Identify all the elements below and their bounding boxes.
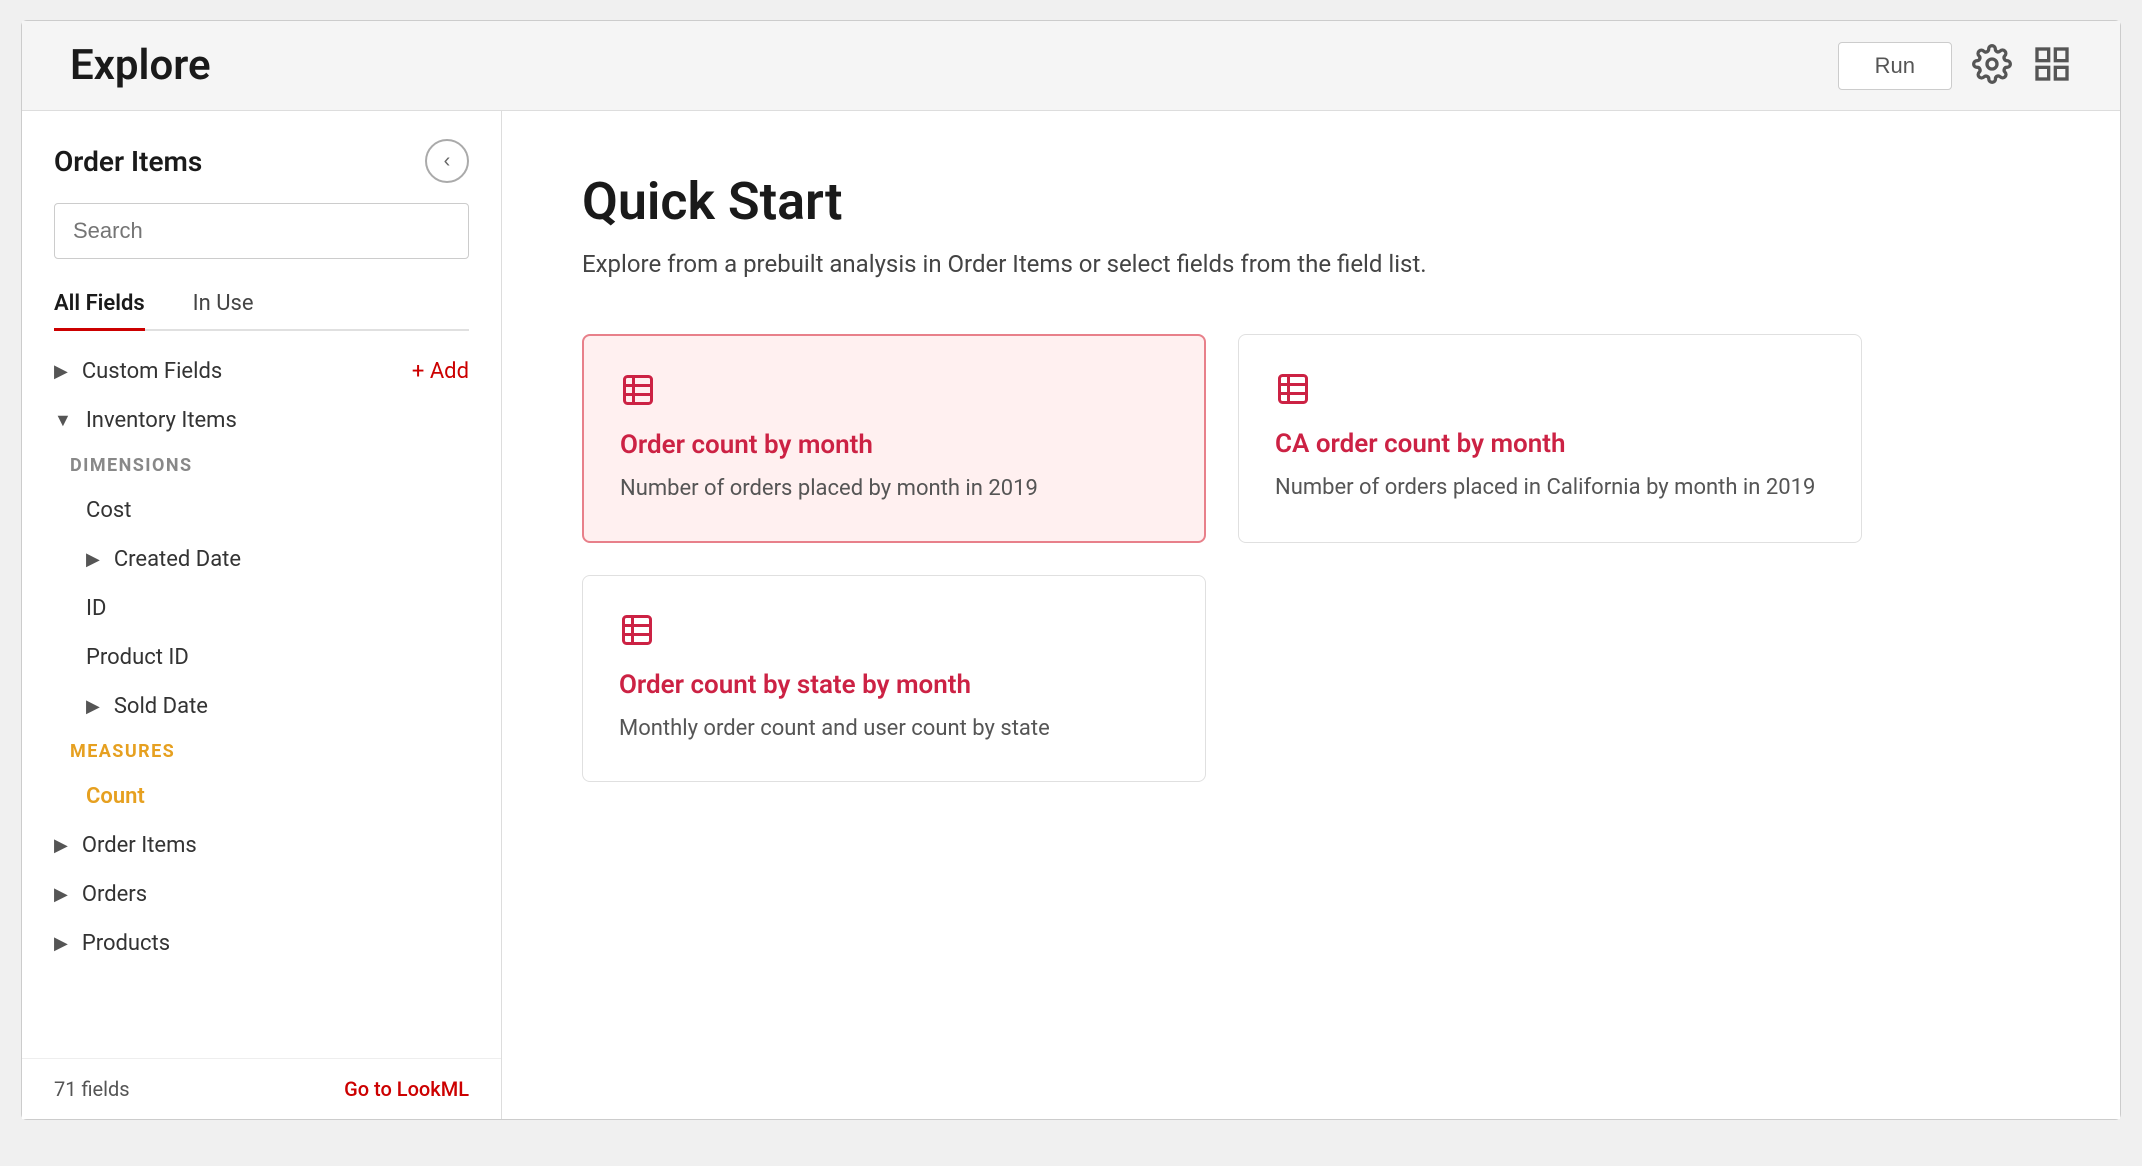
cards-grid: Order count by month Number of orders pl… — [582, 334, 1862, 782]
quick-start-subtitle: Explore from a prebuilt analysis in Orde… — [582, 250, 2040, 278]
add-button[interactable]: + Add — [412, 359, 469, 384]
sold-date-label: Sold Date — [114, 694, 208, 719]
go-lookml-link[interactable]: Go to LookML — [344, 1077, 469, 1101]
created-date-label: Created Date — [114, 547, 241, 572]
inventory-items-label: Inventory Items — [86, 408, 237, 433]
sidebar-item-orders[interactable]: ▶ Orders — [22, 870, 501, 919]
card-2-desc: Number of orders placed in California by… — [1275, 471, 1825, 504]
main-content: Quick Start Explore from a prebuilt anal… — [502, 111, 2120, 1119]
products-label: Products — [82, 931, 170, 956]
card-ca-order-count[interactable]: CA order count by month Number of orders… — [1238, 334, 1862, 543]
sidebar-item-sold-date[interactable]: ▶ Sold Date — [22, 682, 501, 731]
main-layout: Order Items ‹ All Fields In Use ▶ Custom… — [22, 111, 2120, 1119]
table-icon-1 — [620, 372, 1168, 412]
chevron-right-icon-4: ▶ — [54, 835, 68, 856]
chevron-right-icon-2: ▶ — [86, 549, 100, 570]
chevron-right-icon-3: ▶ — [86, 696, 100, 717]
gear-icon[interactable] — [1972, 44, 2012, 88]
fields-count: 71 fields — [54, 1077, 130, 1101]
collapse-button[interactable]: ‹ — [425, 139, 469, 183]
sidebar: Order Items ‹ All Fields In Use ▶ Custom… — [22, 111, 502, 1119]
topbar-actions: Run — [1838, 42, 2072, 90]
topbar: Explore Run — [22, 21, 2120, 111]
id-label: ID — [86, 596, 106, 621]
card-1-title: Order count by month — [620, 430, 1168, 460]
card-order-count-by-state[interactable]: Order count by state by month Monthly or… — [582, 575, 1206, 782]
quick-start-title: Quick Start — [582, 171, 2040, 232]
tabs: All Fields In Use — [54, 279, 469, 331]
field-list: ▶ Custom Fields + Add ▼ Inventory Items … — [22, 331, 501, 1058]
sidebar-item-created-date[interactable]: ▶ Created Date — [22, 535, 501, 584]
product-id-label: Product ID — [86, 645, 189, 670]
order-items-label: Order Items — [82, 833, 197, 858]
cost-label: Cost — [86, 498, 131, 523]
sidebar-item-custom-fields[interactable]: ▶ Custom Fields + Add — [22, 347, 501, 396]
page-title: Explore — [70, 41, 211, 90]
dimensions-label: DIMENSIONS — [22, 445, 501, 486]
chevron-down-icon: ▼ — [54, 410, 72, 431]
sidebar-item-count[interactable]: Count — [22, 772, 501, 821]
sidebar-item-products[interactable]: ▶ Products — [22, 919, 501, 968]
sidebar-item-inventory-items[interactable]: ▼ Inventory Items — [22, 396, 501, 445]
chevron-right-icon-5: ▶ — [54, 884, 68, 905]
card-3-title: Order count by state by month — [619, 670, 1169, 700]
card-2-title: CA order count by month — [1275, 429, 1825, 459]
count-label: Count — [86, 784, 145, 809]
measures-label: MEASURES — [22, 731, 501, 772]
chevron-left-icon: ‹ — [444, 150, 451, 173]
card-1-desc: Number of orders placed by month in 2019 — [620, 472, 1168, 505]
grid-icon[interactable] — [2032, 44, 2072, 88]
run-button[interactable]: Run — [1838, 42, 1952, 90]
sidebar-item-product-id[interactable]: Product ID — [22, 633, 501, 682]
tab-all-fields[interactable]: All Fields — [54, 279, 145, 331]
chevron-right-icon-6: ▶ — [54, 933, 68, 954]
card-order-count-by-month[interactable]: Order count by month Number of orders pl… — [582, 334, 1206, 543]
table-icon-3 — [619, 612, 1169, 652]
orders-label: Orders — [82, 882, 147, 907]
sidebar-title: Order Items — [54, 145, 202, 178]
sidebar-header: Order Items ‹ — [22, 111, 501, 203]
card-3-desc: Monthly order count and user count by st… — [619, 712, 1169, 745]
sidebar-footer: 71 fields Go to LookML — [22, 1058, 501, 1119]
tab-in-use[interactable]: In Use — [193, 279, 254, 331]
chevron-right-icon: ▶ — [54, 361, 68, 382]
table-icon-2 — [1275, 371, 1825, 411]
search-input[interactable] — [54, 203, 469, 259]
sidebar-item-order-items[interactable]: ▶ Order Items — [22, 821, 501, 870]
sidebar-item-cost[interactable]: Cost — [22, 486, 501, 535]
sidebar-item-id[interactable]: ID — [22, 584, 501, 633]
custom-fields-label: Custom Fields — [82, 359, 222, 384]
